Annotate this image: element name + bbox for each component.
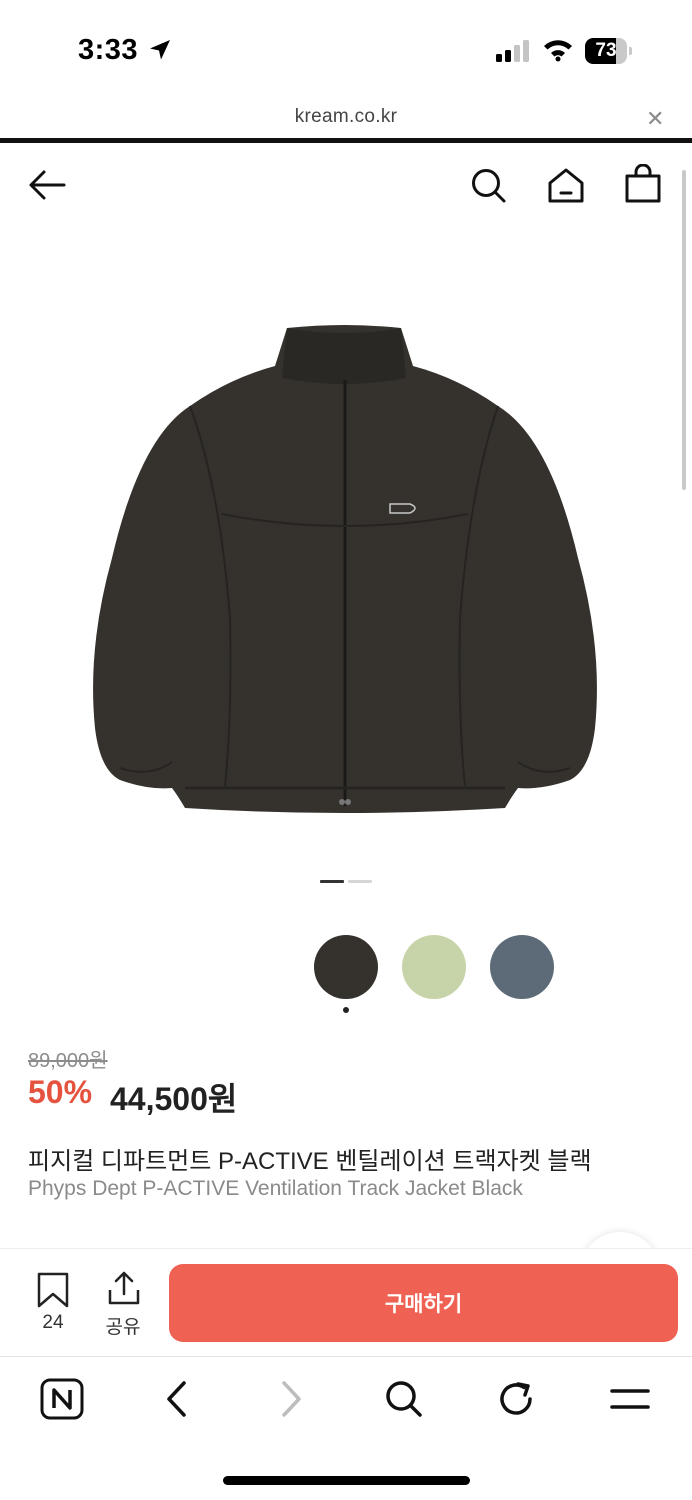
forward-chevron-icon[interactable]: [276, 1378, 306, 1420]
selected-color-indicator: [343, 1007, 349, 1013]
back-chevron-icon[interactable]: [162, 1378, 192, 1420]
buy-button-label: 구매하기: [384, 1293, 463, 1316]
color-option-grey[interactable]: [490, 935, 554, 999]
buy-button[interactable]: 구매하기: [169, 1264, 678, 1342]
battery-icon: 73: [585, 38, 632, 64]
wifi-icon: [544, 40, 572, 62]
product-name-korean: 피지컬 디파트먼트 P-ACTIVE 벤틸레이션 트랙자켓 블랙: [28, 1148, 592, 1175]
sale-price: 44,500원: [110, 1081, 238, 1117]
menu-icon[interactable]: [608, 1378, 652, 1420]
search-icon[interactable]: [469, 166, 509, 206]
wish-count: 24: [42, 1312, 64, 1333]
back-arrow-icon[interactable]: [26, 166, 68, 204]
signal-icon: [496, 40, 529, 62]
url-bar-divider: [0, 138, 692, 143]
search-icon[interactable]: [383, 1378, 425, 1420]
product-image[interactable]: [80, 318, 610, 818]
page-scrollbar[interactable]: [682, 170, 686, 490]
pager-indicator-active: [320, 880, 344, 883]
naver-icon[interactable]: [40, 1378, 84, 1420]
home-icon[interactable]: [546, 166, 586, 206]
product-name-english: Phyps Dept P-ACTIVE Ventilation Track Ja…: [28, 1177, 523, 1200]
reload-icon[interactable]: [496, 1378, 538, 1420]
share-label: 공유: [105, 1317, 141, 1338]
bookmark-icon[interactable]: [36, 1272, 70, 1308]
share-icon[interactable]: [107, 1270, 141, 1306]
home-indicator: [223, 1476, 470, 1485]
shopping-bag-icon[interactable]: [624, 164, 662, 204]
url-display[interactable]: kream.co.kr: [0, 106, 692, 128]
pager-indicator: [348, 880, 372, 883]
color-option-black[interactable]: [314, 935, 378, 999]
close-icon[interactable]: ✕: [646, 106, 664, 132]
color-option-green[interactable]: [402, 935, 466, 999]
discount-rate: 50%: [28, 1074, 93, 1110]
battery-level-text: 73: [595, 40, 617, 61]
original-price: 89,000원: [28, 1050, 108, 1072]
status-time: 3:33: [78, 34, 139, 66]
location-arrow-icon: [150, 40, 170, 60]
